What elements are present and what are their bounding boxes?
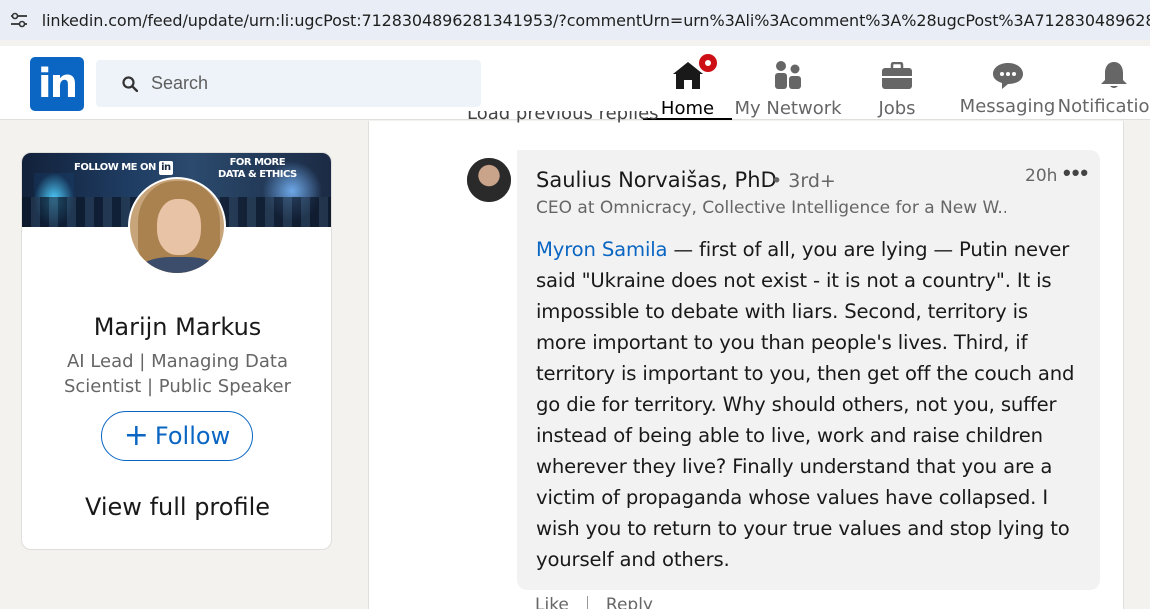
site-settings-icon[interactable] (10, 10, 29, 30)
commenter-name[interactable]: Saulius Norvaišas, PhD (536, 168, 777, 192)
nav-messaging[interactable]: Messaging (960, 52, 1055, 120)
people-icon (771, 56, 805, 90)
follow-button[interactable]: + Follow (101, 411, 253, 461)
chat-icon (991, 56, 1025, 90)
banner-follow-text: FOLLOW ME ON in (74, 161, 173, 175)
nav-jobs[interactable]: Jobs (866, 52, 928, 120)
comment-timestamp: 20h (1025, 166, 1058, 186)
commenter-headline: CEO at Omnicracy, Collective Intelligenc… (536, 198, 1006, 218)
profile-card: FOLLOW ME ON in FOR MORE DATA & ETHICS Mar… (21, 152, 332, 550)
reply-button[interactable]: Reply (606, 595, 653, 609)
nav-home-label: Home (660, 98, 715, 119)
comment-bubble: Saulius Norvaišas, PhD • 3rd+ 20h ••• CE… (517, 150, 1100, 590)
comment-text: Myron Samila — first of all, you are lyi… (536, 234, 1084, 575)
search-bar[interactable] (96, 60, 481, 107)
connection-degree: • 3rd+ (771, 170, 836, 192)
top-nav: in Home My Network Jobs Messaging Notif (0, 46, 1150, 120)
mention-link[interactable]: Myron Samila (536, 238, 668, 261)
linkedin-logo[interactable]: in (30, 57, 84, 111)
nav-messaging-label: Messaging (959, 96, 1056, 117)
url-text[interactable]: linkedin.com/feed/update/urn:li:ugcPost:… (42, 11, 1150, 30)
feed-panel: Load previous replies Saulius Norvaišas,… (368, 111, 1124, 609)
nav-notifications-label: Notifications (1057, 96, 1150, 117)
commenter-avatar[interactable] (467, 158, 511, 202)
bell-icon (1097, 56, 1131, 90)
load-previous-replies[interactable]: Load previous replies (467, 111, 659, 129)
profile-avatar[interactable] (128, 177, 226, 275)
search-icon (122, 75, 138, 92)
search-input[interactable] (151, 73, 451, 94)
nav-home[interactable]: Home (643, 52, 732, 120)
divider (586, 596, 588, 609)
nav-jobs-label: Jobs (878, 98, 916, 119)
view-full-profile-link[interactable]: View full profile (22, 493, 331, 521)
profile-headline: AI Lead | Managing Data Scientist | Publ… (63, 351, 291, 397)
banner-more-text: FOR MORE DATA & ETHICS (218, 157, 297, 180)
plus-icon: + (123, 418, 149, 453)
briefcase-icon (880, 56, 914, 90)
comment-body: — first of all, you are lying — Putin ne… (536, 238, 1075, 571)
linkedin-mini-logo: in (158, 161, 173, 175)
browser-address-bar: linkedin.com/feed/update/urn:li:ugcPost:… (0, 0, 1150, 40)
home-icon (671, 52, 719, 90)
nav-notifications[interactable]: Notifications (1058, 52, 1150, 120)
nav-my-network-label: My Network (734, 98, 842, 119)
follow-label: Follow (154, 422, 231, 450)
comment-actions: Like Reply (535, 595, 653, 609)
notification-badge (696, 52, 719, 74)
more-options-icon[interactable]: ••• (1063, 160, 1089, 186)
nav-my-network[interactable]: My Network (733, 52, 843, 120)
profile-name[interactable]: Marijn Markus (22, 313, 331, 341)
like-button[interactable]: Like (535, 595, 569, 609)
